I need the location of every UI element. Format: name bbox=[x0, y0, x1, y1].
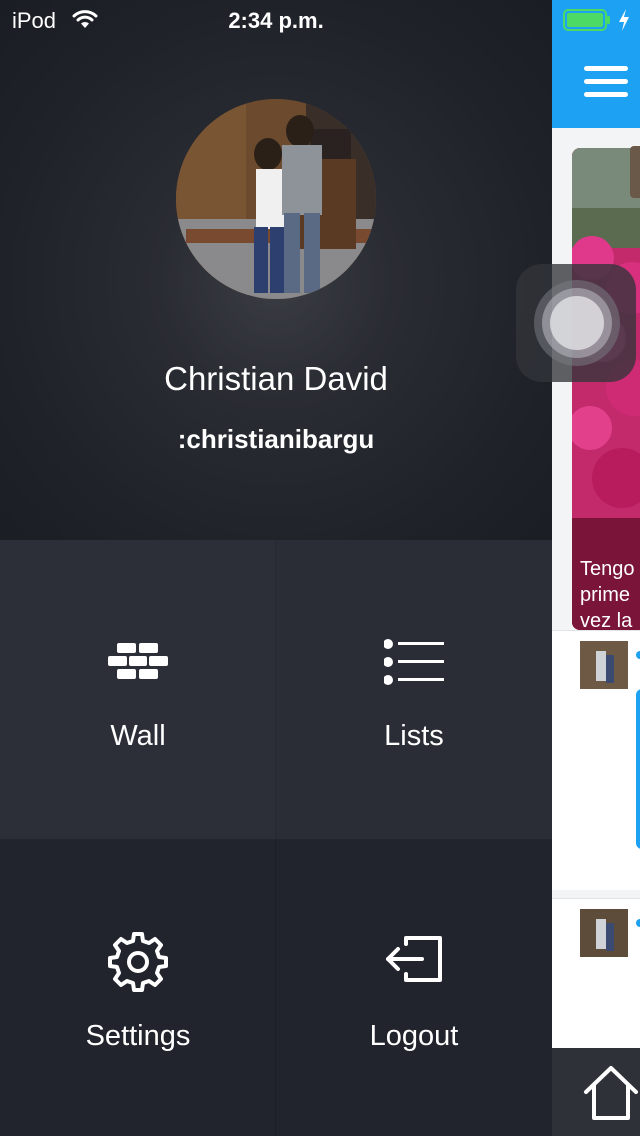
menu-tile-settings[interactable]: Settings bbox=[0, 840, 276, 1136]
post-author-thumb[interactable] bbox=[630, 146, 640, 198]
post-card[interactable]: Tengo prime vez la bbox=[572, 148, 640, 630]
assistive-touch-button[interactable] bbox=[516, 264, 636, 382]
menu-label-logout: Logout bbox=[369, 1020, 459, 1052]
avatar[interactable] bbox=[176, 99, 376, 299]
logout-icon bbox=[384, 932, 444, 992]
tab-bar bbox=[552, 1048, 640, 1136]
profile-handle: :christianibargu bbox=[177, 424, 375, 454]
post-caption-line: Tengo bbox=[580, 558, 635, 580]
post-caption-line: vez la bbox=[580, 610, 633, 630]
charging-bolt-icon bbox=[617, 8, 631, 32]
avatar[interactable] bbox=[580, 641, 628, 689]
main-content-peek[interactable]: Tengo prime vez la bbox=[552, 0, 640, 1136]
brick-wall-icon bbox=[108, 632, 168, 692]
profile-header: Christian David :christianibargu bbox=[0, 0, 552, 540]
post-caption: Tengo prime vez la bbox=[580, 556, 640, 630]
hamburger-menu-icon[interactable] bbox=[584, 64, 628, 100]
avatar-photo bbox=[176, 99, 376, 299]
menu-label-wall: Wall bbox=[110, 720, 166, 752]
menu-tile-lists[interactable]: Lists bbox=[276, 540, 552, 840]
home-icon[interactable] bbox=[582, 1064, 640, 1122]
battery-icon bbox=[563, 9, 611, 31]
status-dot bbox=[636, 919, 640, 927]
menu-label-settings: Settings bbox=[85, 1020, 191, 1052]
menu-label-lists: Lists bbox=[384, 720, 444, 752]
list-icon bbox=[384, 632, 444, 692]
status-time: 2:34 p.m. bbox=[228, 8, 324, 33]
menu-tile-logout[interactable]: Logout bbox=[276, 840, 552, 1136]
post-caption-line: prime bbox=[580, 584, 631, 606]
assistive-touch-ring bbox=[550, 296, 604, 350]
list-item[interactable] bbox=[552, 630, 640, 890]
avatar[interactable] bbox=[580, 909, 628, 957]
status-dot bbox=[636, 651, 640, 659]
status-bar: iPod 2:34 p.m. bbox=[0, 0, 640, 40]
side-drawer: Christian David :christianibargu Wall Li… bbox=[0, 0, 552, 1136]
comment-bubble[interactable] bbox=[636, 689, 640, 849]
gear-icon bbox=[108, 932, 168, 992]
profile-name: Christian David bbox=[164, 360, 388, 397]
menu-tile-wall[interactable]: Wall bbox=[0, 540, 276, 840]
